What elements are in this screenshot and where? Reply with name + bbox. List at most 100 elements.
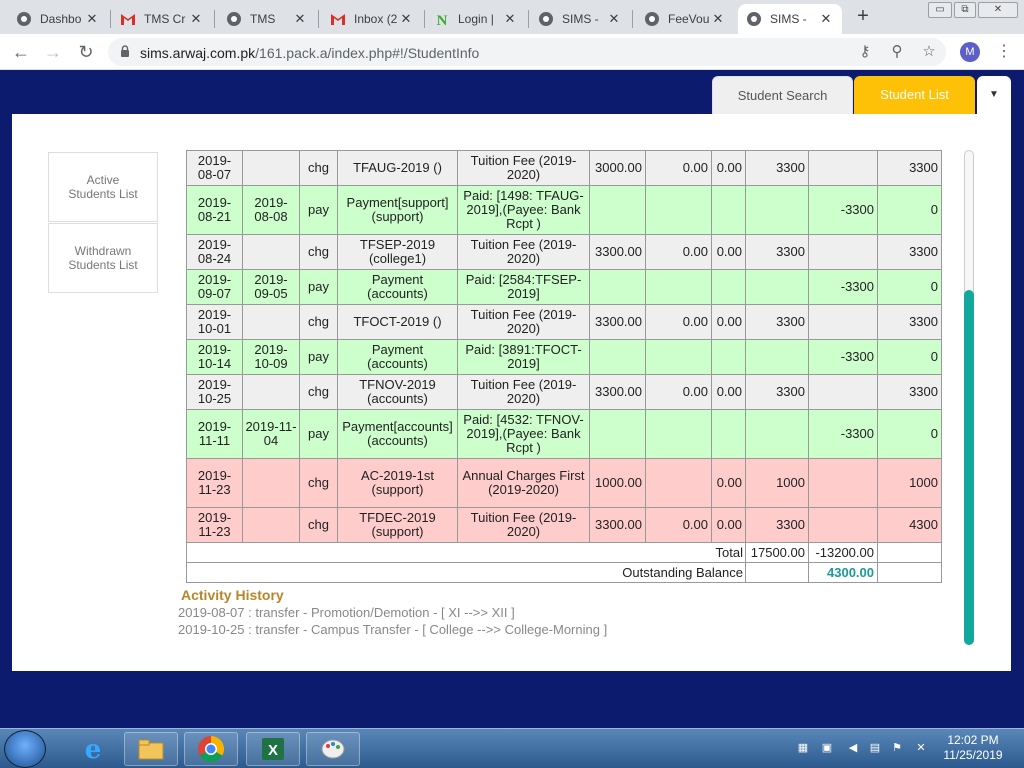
cell-voucher-ref: Payment (accounts)	[337, 339, 458, 375]
cell-fine: 0.00	[711, 374, 746, 410]
total-row: Total 17500.00 -13200.00	[186, 542, 942, 563]
address-bar[interactable]: sims.arwaj.com.pk/161.pack.a/index.php#!…	[108, 38, 946, 66]
browser-tab-4[interactable]: Inbox (2 ✕	[322, 4, 422, 34]
vertical-scrollbar[interactable]	[964, 150, 974, 645]
cell-entry-type: pay	[299, 409, 338, 459]
page-body: Student Search Student List ▼ Active Stu…	[0, 70, 1024, 728]
tab-close-icon[interactable]: ✕	[818, 11, 834, 27]
browser-tab-1[interactable]: Dashbo ✕	[8, 4, 108, 34]
cell-voucher-ref: TFAUG-2019 ()	[337, 150, 458, 186]
browser-toolbar: ← → ↻ sims.arwaj.com.pk/161.pack.a/index…	[0, 34, 1024, 70]
flag-tray-icon[interactable]: ⚑	[890, 741, 904, 755]
cell-discount	[645, 269, 712, 305]
login-icon: N	[434, 11, 450, 27]
tab-close-icon[interactable]: ✕	[292, 11, 308, 27]
minimize-button[interactable]: ▭	[928, 2, 952, 18]
browser-tab-7[interactable]: FeeVou ✕	[636, 4, 734, 34]
cell-description: Annual Charges First (2019-2020)	[457, 458, 590, 508]
tab-close-icon[interactable]: ✕	[710, 11, 726, 27]
balance-empty-cell-2	[877, 562, 942, 583]
cell-description: Tuition Fee (2019-2020)	[457, 150, 590, 186]
cell-net-amount	[745, 269, 809, 305]
tab-close-icon[interactable]: ✕	[84, 11, 100, 27]
action-center-icon[interactable]: ✕	[914, 741, 928, 755]
cell-entry-type: pay	[299, 339, 338, 375]
cell-entry-date: 2019-10-25	[186, 374, 243, 410]
back-button[interactable]: ←	[10, 41, 32, 63]
forward-button[interactable]: →	[42, 41, 64, 63]
browser-tab-3[interactable]: TMS ✕	[218, 4, 316, 34]
cell-entry-date: 2019-11-23	[186, 507, 243, 543]
system-clock[interactable]: 12:02 PM 11/25/2019	[936, 733, 1010, 763]
chrome-taskbar-icon[interactable]	[184, 732, 238, 766]
tab-close-icon[interactable]: ✕	[502, 11, 518, 27]
browser-tab-8[interactable]: SIMS - ✕	[738, 4, 842, 34]
dropdown-toggle-icon[interactable]: ▼	[977, 76, 1011, 114]
tab-close-icon[interactable]: ✕	[188, 11, 204, 27]
file-explorer-icon[interactable]	[124, 732, 178, 766]
new-tab-button[interactable]: +	[852, 5, 874, 27]
profile-avatar[interactable]: M	[960, 42, 980, 62]
tab-title: SIMS -	[562, 12, 599, 26]
tab-title: FeeVou	[668, 12, 710, 26]
url-text: sims.arwaj.com.pk/161.pack.a/index.php#!…	[140, 45, 480, 61]
paint-icon[interactable]	[306, 732, 360, 766]
cell-fine	[711, 185, 746, 235]
cell-payment-date: 2019-10-09	[242, 339, 300, 375]
zoom-icon[interactable]: ⚲	[888, 43, 906, 61]
lock-icon	[121, 45, 129, 57]
balance-empty-cell	[745, 562, 809, 583]
tab-separator	[214, 10, 215, 28]
key-icon[interactable]: ⚷	[856, 43, 874, 61]
network-tray-icon[interactable]: ▦	[796, 741, 810, 755]
internet-explorer-icon[interactable]: e	[66, 732, 120, 766]
cell-balance: 3300	[877, 150, 942, 186]
cell-balance: 0	[877, 185, 942, 235]
table-row: 2019-09-07 2019-09-05 pay Payment (accounts…	[186, 269, 942, 305]
browser-tab-6[interactable]: SIMS - ✕	[530, 4, 630, 34]
restore-button[interactable]: ⧉	[954, 2, 976, 18]
scrollbar-thumb[interactable]	[964, 290, 974, 645]
cell-amount	[589, 409, 646, 459]
browser-tab-2[interactable]: TMS Cr ✕	[112, 4, 212, 34]
os-taskbar: e X ▦ ▣ ◀ ▤ ⚑ ✕ 12:02 PM 11/25/2019	[0, 728, 1024, 768]
tab-student-list[interactable]: Student List	[854, 76, 975, 114]
close-window-button[interactable]: ✕	[978, 2, 1018, 18]
volume-tray-icon[interactable]: ◀	[846, 741, 860, 755]
cell-voucher-ref: TFNOV-2019 (accounts)	[337, 374, 458, 410]
chrome-icon	[746, 11, 762, 27]
active-students-list-button[interactable]: Active Students List	[48, 152, 158, 222]
table-row: 2019-10-25 chg TFNOV-2019 (accounts) Tuitio…	[186, 374, 942, 410]
cell-balance: 3300	[877, 234, 942, 270]
cell-amount: 3300.00	[589, 507, 646, 543]
gmail-icon	[330, 11, 346, 27]
tab-close-icon[interactable]: ✕	[398, 11, 414, 27]
cell-description: Paid: [2584:TFSEP-2019]	[457, 269, 590, 305]
cell-discount	[645, 185, 712, 235]
browser-tab-strip: Dashbo ✕ TMS Cr ✕ TMS ✕ Inbox (2 ✕ N Login | ✕ SIMS…	[0, 0, 1024, 34]
start-button[interactable]	[4, 730, 46, 768]
tab-student-search[interactable]: Student Search	[712, 76, 853, 114]
app-tray-icon[interactable]: ▣	[820, 741, 834, 755]
table-row: 2019-10-14 2019-10-09 pay Payment (accounts…	[186, 339, 942, 375]
tab-title: Login |	[458, 12, 494, 26]
browser-tab-5[interactable]: N Login | ✕	[426, 4, 526, 34]
excel-icon[interactable]: X	[246, 732, 300, 766]
tab-close-icon[interactable]: ✕	[606, 11, 622, 27]
cell-discount: 0.00	[645, 304, 712, 340]
activity-entry: 2019-10-25 : transfer - Campus Transfer …	[178, 622, 608, 637]
cell-payment-date	[242, 374, 300, 410]
menu-icon[interactable]: ⋮	[996, 41, 1012, 61]
cell-entry-type: chg	[299, 234, 338, 270]
cell-balance: 3300	[877, 304, 942, 340]
svg-text:e: e	[85, 735, 102, 764]
star-icon[interactable]: ☆	[920, 43, 938, 61]
reload-button[interactable]: ↻	[75, 41, 97, 63]
chrome-icon	[226, 11, 242, 27]
gmail-icon	[120, 11, 136, 27]
tab-separator	[528, 10, 529, 28]
cell-fine: 0.00	[711, 150, 746, 186]
chrome-icon	[538, 11, 554, 27]
display-tray-icon[interactable]: ▤	[868, 741, 882, 755]
withdrawn-students-list-button[interactable]: Withdrawn Students List	[48, 223, 158, 293]
